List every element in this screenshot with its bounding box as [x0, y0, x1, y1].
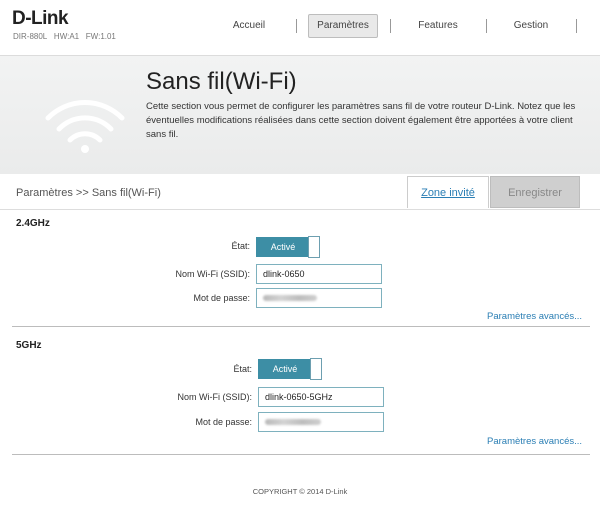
nav-accueil[interactable]: Accueil [210, 14, 288, 38]
ssid-input-24ghz[interactable] [256, 264, 382, 284]
state-toggle-5ghz[interactable]: Activé [258, 358, 322, 380]
ssid-label-5ghz: Nom Wi-Fi (SSID): [177, 392, 253, 402]
masked-password [263, 295, 317, 301]
state-label-5ghz: État: [233, 364, 252, 374]
save-button[interactable]: Enregistrer [490, 176, 580, 208]
page-title: Sans fil(Wi-Fi) [146, 68, 297, 95]
page-banner: Sans fil(Wi-Fi) Cette section vous perme… [0, 56, 600, 174]
toggle-knob [310, 358, 322, 380]
toggle-on-label: Activé [258, 359, 312, 379]
breadcrumb: Paramètres >> Sans fil(Wi-Fi) [16, 187, 161, 199]
advanced-settings-link-24ghz[interactable]: Paramètres avancés... [487, 311, 582, 322]
password-label-5ghz: Mot de passe: [195, 417, 252, 427]
section-divider [12, 326, 590, 327]
page-description: Cette section vous permet de configurer … [146, 101, 576, 140]
section-title-24ghz: 2.4GHz [16, 218, 50, 229]
nav-gestion[interactable]: Gestion [500, 14, 562, 38]
nav-separator [576, 19, 577, 33]
dlink-logo: D-Link [12, 8, 69, 29]
toggle-knob [308, 236, 320, 258]
firmware-version: FW:1.01 [85, 32, 116, 41]
nav-parametres[interactable]: Paramètres [308, 14, 378, 38]
state-label-24ghz: État: [231, 241, 250, 251]
breadcrumb-bar: Paramètres >> Sans fil(Wi-Fi) Zone invit… [0, 174, 600, 210]
nav-separator [296, 19, 297, 33]
nav-separator [486, 19, 487, 33]
advanced-settings-link-5ghz[interactable]: Paramètres avancés... [487, 436, 582, 447]
hardware-version: HW:A1 [53, 32, 80, 41]
copyright-footer: COPYRIGHT © 2014 D-Link [252, 487, 348, 496]
ssid-label-24ghz: Nom Wi-Fi (SSID): [175, 269, 251, 279]
masked-password [265, 419, 321, 425]
password-label-24ghz: Mot de passe: [193, 293, 250, 303]
password-input-24ghz[interactable] [256, 288, 382, 308]
section-title-5ghz: 5GHz [16, 340, 42, 351]
guest-zone-link[interactable]: Zone invité [407, 176, 489, 208]
toggle-on-label: Activé [256, 237, 310, 257]
password-input-5ghz[interactable] [258, 412, 384, 432]
device-model: DIR-880L [13, 32, 48, 41]
nav-features[interactable]: Features [402, 14, 474, 38]
ssid-input-5ghz[interactable] [258, 387, 384, 407]
state-toggle-24ghz[interactable]: Activé [256, 236, 320, 258]
top-header: D-Link DIR-880L HW:A1 FW:1.01 Accueil Pa… [0, 0, 600, 56]
wifi-icon [45, 100, 125, 153]
device-info: DIR-880L HW:A1 FW:1.01 [13, 32, 116, 41]
nav-separator [390, 19, 391, 33]
section-divider [12, 454, 590, 455]
